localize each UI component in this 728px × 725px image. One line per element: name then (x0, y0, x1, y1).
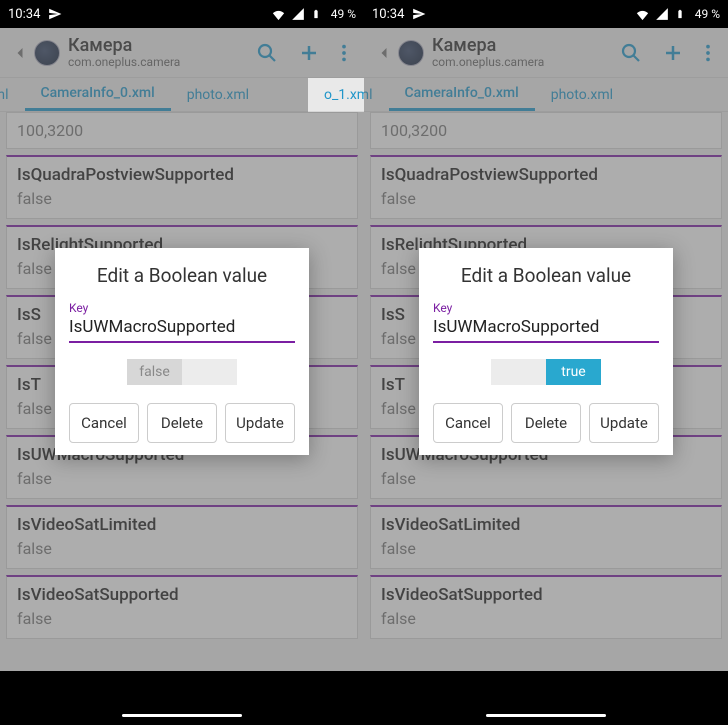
boolean-toggle[interactable]: false true (491, 359, 601, 385)
status-bar: 10:34 49 % (0, 0, 364, 28)
edit-boolean-dialog: Edit a Boolean value Key IsUWMacroSuppor… (55, 248, 309, 455)
update-button[interactable]: Update (589, 403, 659, 443)
nav-bar (364, 671, 728, 725)
status-time: 10:34 (372, 7, 404, 22)
cancel-button[interactable]: Cancel (69, 403, 139, 443)
toggle-true[interactable]: true (182, 359, 237, 385)
field-label: Key (69, 301, 295, 315)
send-icon (48, 7, 62, 21)
edit-boolean-dialog: Edit a Boolean value Key IsUWMacroSuppor… (419, 248, 673, 455)
dialog-title: Edit a Boolean value (433, 264, 659, 287)
key-input[interactable]: IsUWMacroSupported (69, 317, 295, 343)
boolean-toggle[interactable]: false true (127, 359, 237, 385)
toggle-true[interactable]: true (546, 359, 601, 385)
battery-icon (311, 7, 325, 21)
nav-pill[interactable] (486, 714, 606, 717)
toggle-false[interactable]: false (491, 359, 546, 385)
battery-icon (675, 7, 689, 21)
toggle-false[interactable]: false (127, 359, 182, 385)
update-button[interactable]: Update (225, 403, 295, 443)
status-battery: 49 % (695, 7, 720, 21)
status-time: 10:34 (8, 7, 40, 22)
status-bar: 10:34 49 % (364, 0, 728, 28)
phone-screen-right: 10:34 49 % Камера com.oneplus.camera (364, 0, 728, 725)
delete-button[interactable]: Delete (147, 403, 217, 443)
nav-pill[interactable] (122, 714, 242, 717)
wifi-icon (635, 7, 649, 21)
dialog-title: Edit a Boolean value (69, 264, 295, 287)
wifi-icon (271, 7, 285, 21)
nav-bar (0, 671, 364, 725)
cancel-button[interactable]: Cancel (433, 403, 503, 443)
signal-icon (655, 7, 669, 21)
signal-icon (291, 7, 305, 21)
delete-button[interactable]: Delete (511, 403, 581, 443)
status-battery: 49 % (331, 7, 356, 21)
send-icon (412, 7, 426, 21)
field-label: Key (433, 301, 659, 315)
key-input[interactable]: IsUWMacroSupported (433, 317, 659, 343)
